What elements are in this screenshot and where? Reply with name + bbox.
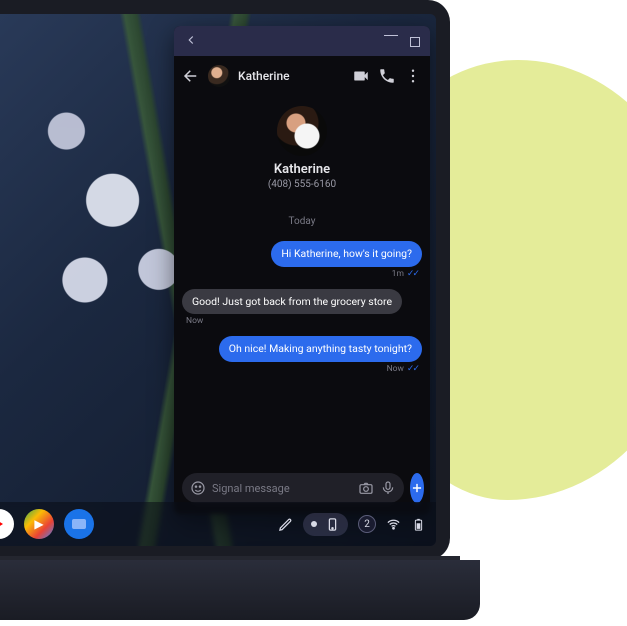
chat-header: Katherine [174,56,430,96]
notification-badge[interactable]: 2 [358,515,376,533]
message-bubble-incoming[interactable]: Good! Just got back from the grocery sto… [182,289,402,315]
message-input[interactable] [212,482,352,495]
status-pill[interactable] [303,513,348,536]
desktop-screen: Katherine Katherine (408) 555-6160 [0,14,436,546]
chat-menu-button[interactable] [404,67,422,85]
message-row: Hi Katherine, how's it going? 1m ✓✓ [182,241,422,285]
message-meta: 1m ✓✓ [392,269,418,279]
screen-bezel: Katherine Katherine (408) 555-6160 [0,0,450,560]
status-dot-icon [311,521,317,527]
battery-tray-icon[interactable] [411,517,426,532]
contact-name-header[interactable]: Katherine [238,69,344,83]
youtube-app-icon[interactable] [0,509,14,539]
message-time: Now [387,364,404,374]
video-call-button[interactable] [352,67,370,85]
phone-tray-icon [325,517,340,532]
mic-button[interactable] [380,480,396,496]
chat-back-button[interactable] [182,67,200,85]
message-meta: Now [186,316,203,326]
message-meta: Now ✓✓ [387,364,418,374]
laptop-frame: Katherine Katherine (408) 555-6160 [0,0,490,626]
message-time: 1m [392,269,404,279]
laptop-base [0,560,480,620]
window-back-button[interactable] [182,30,200,53]
send-button[interactable] [410,473,424,503]
date-separator: Today [182,216,422,227]
camera-button[interactable] [358,480,374,496]
message-time: Now [186,316,203,326]
message-row: Oh nice! Making anything tasty tonight? … [182,336,422,380]
system-tray: 2 [278,513,426,536]
message-bubble-outgoing[interactable]: Oh nice! Making anything tasty tonight? [219,336,422,362]
message-row: Good! Just got back from the grocery sto… [182,289,422,333]
contact-avatar-large [277,106,327,156]
emoji-button[interactable] [190,480,206,496]
window-titlebar [174,26,430,56]
contact-profile-card[interactable]: Katherine (408) 555-6160 [174,96,430,204]
message-bubble-outgoing[interactable]: Hi Katherine, how's it going? [271,241,422,267]
window-minimize-button[interactable] [382,27,400,55]
files-app-icon[interactable] [64,509,94,539]
contact-avatar-small[interactable] [208,65,230,87]
taskbar: 2 [0,502,436,546]
pen-tray-icon[interactable] [278,517,293,532]
contact-profile-name: Katherine [274,162,330,177]
play-store-icon[interactable] [24,509,54,539]
contact-profile-phone: (408) 555-6160 [268,179,336,190]
wifi-tray-icon[interactable] [386,517,401,532]
read-receipt-icon: ✓✓ [407,269,418,279]
signal-app-window: Katherine Katherine (408) 555-6160 [174,26,430,514]
read-receipt-icon: ✓✓ [407,364,418,374]
message-list: Today Hi Katherine, how's it going? 1m ✓… [174,204,430,470]
composer-input-pill [182,473,404,503]
voice-call-button[interactable] [378,67,396,85]
window-maximize-button[interactable] [408,30,422,53]
